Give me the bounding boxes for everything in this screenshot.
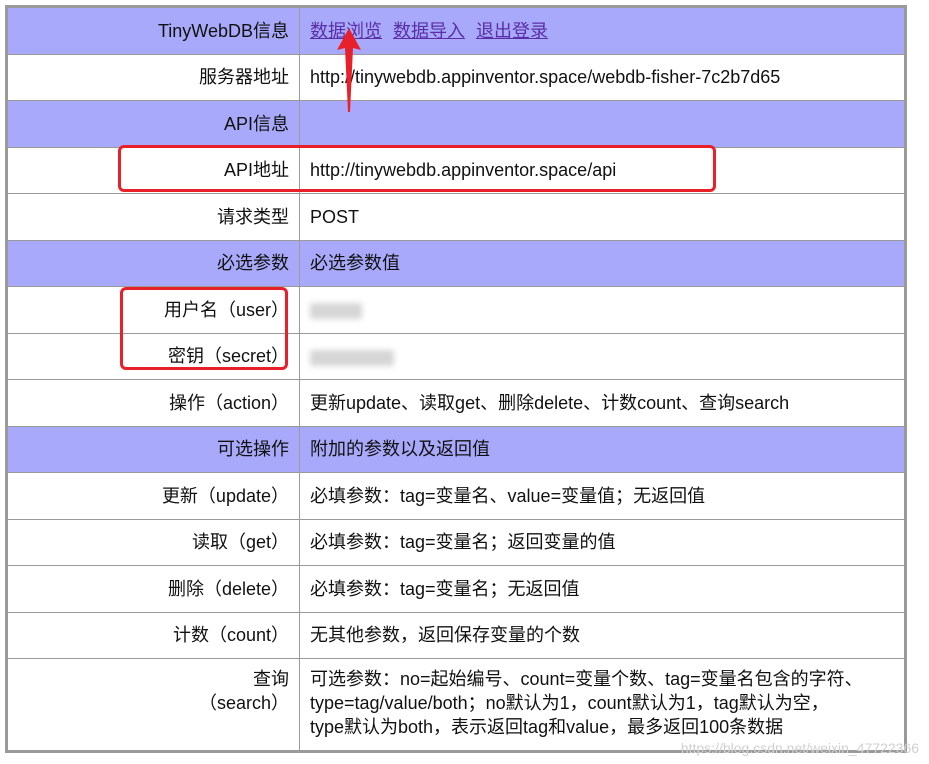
user-value <box>299 286 905 334</box>
search-value: 可选参数：no=起始编号、count=变量个数、tag=变量名包含的字符、 ty… <box>299 658 905 751</box>
table-row: 请求类型 POST <box>7 193 905 241</box>
api-url-value: http://tinywebdb.appinventor.space/api <box>299 146 905 194</box>
user-label: 用户名（user） <box>7 286 300 334</box>
search-line-3: type默认为both，表示返回tag和value，最多返回100条数据 <box>310 717 784 737</box>
secret-label: 密钥（secret） <box>7 332 300 380</box>
count-value: 无其他参数，返回保存变量的个数 <box>299 611 905 659</box>
secret-value <box>299 332 905 380</box>
search-label: 查询 （search） <box>7 658 300 751</box>
logout-link[interactable]: 退出登录 <box>476 21 548 41</box>
table-row: 用户名（user） <box>7 286 905 334</box>
redacted-secret-value <box>310 349 394 366</box>
table-row: API地址 http://tinywebdb.appinventor.space… <box>7 146 905 194</box>
api-info-empty <box>299 100 905 148</box>
search-line-2: type=tag/value/both；no默认为1，count默认为1，tag… <box>310 693 829 713</box>
table-row: 查询 （search） 可选参数：no=起始编号、count=变量个数、tag=… <box>7 658 905 751</box>
table-row: 计数（count） 无其他参数，返回保存变量的个数 <box>7 611 905 659</box>
action-label: 操作（action） <box>7 379 300 427</box>
required-params-value: 必选参数值 <box>299 239 905 287</box>
count-label: 计数（count） <box>7 611 300 659</box>
search-label-line2: （search） <box>198 693 289 713</box>
server-address-value: http://tinywebdb.appinventor.space/webdb… <box>299 53 905 101</box>
table-row: TinyWebDB信息 数据浏览 数据导入 退出登录 <box>7 7 905 55</box>
get-value: 必填参数：tag=变量名；返回变量的值 <box>299 518 905 566</box>
server-address-label: 服务器地址 <box>7 53 300 101</box>
table-row: API信息 <box>7 100 905 148</box>
request-type-label: 请求类型 <box>7 193 300 241</box>
api-info-label: API信息 <box>7 100 300 148</box>
table-row: 可选操作 附加的参数以及返回值 <box>7 425 905 473</box>
optional-ops-label: 可选操作 <box>7 425 300 473</box>
table-row: 读取（get） 必填参数：tag=变量名；返回变量的值 <box>7 518 905 566</box>
table-row: 操作（action） 更新update、读取get、删除delete、计数cou… <box>7 379 905 427</box>
redacted-user-value <box>310 303 362 319</box>
table-row: 服务器地址 http://tinywebdb.appinventor.space… <box>7 53 905 101</box>
get-label: 读取（get） <box>7 518 300 566</box>
nav-links-cell: 数据浏览 数据导入 退出登录 <box>299 7 905 55</box>
api-url-label: API地址 <box>7 146 300 194</box>
watermark: https://blog.csdn.net/weixin_47722366 <box>680 740 919 756</box>
tinywebdb-info-label: TinyWebDB信息 <box>7 7 300 55</box>
search-label-line1: 查询 <box>253 669 289 689</box>
table-row: 密钥（secret） <box>7 332 905 380</box>
required-params-label: 必选参数 <box>7 239 300 287</box>
delete-label: 删除（delete） <box>7 565 300 613</box>
table-row: 删除（delete） 必填参数：tag=变量名；无返回值 <box>7 565 905 613</box>
table-row: 必选参数 必选参数值 <box>7 239 905 287</box>
annotation-arrow-icon <box>337 28 361 112</box>
request-type-value: POST <box>299 193 905 241</box>
delete-value: 必填参数：tag=变量名；无返回值 <box>299 565 905 613</box>
update-label: 更新（update） <box>7 472 300 520</box>
data-import-link[interactable]: 数据导入 <box>393 21 465 41</box>
search-line-1: 可选参数：no=起始编号、count=变量个数、tag=变量名包含的字符、 <box>310 669 863 689</box>
action-value: 更新update、读取get、删除delete、计数count、查询search <box>299 379 905 427</box>
tinywebdb-info-table: TinyWebDB信息 数据浏览 数据导入 退出登录 服务器地址 http://… <box>7 7 905 751</box>
tinywebdb-info-table-container: TinyWebDB信息 数据浏览 数据导入 退出登录 服务器地址 http://… <box>5 5 907 753</box>
update-value: 必填参数：tag=变量名、value=变量值；无返回值 <box>299 472 905 520</box>
optional-ops-value: 附加的参数以及返回值 <box>299 425 905 473</box>
table-row: 更新（update） 必填参数：tag=变量名、value=变量值；无返回值 <box>7 472 905 520</box>
